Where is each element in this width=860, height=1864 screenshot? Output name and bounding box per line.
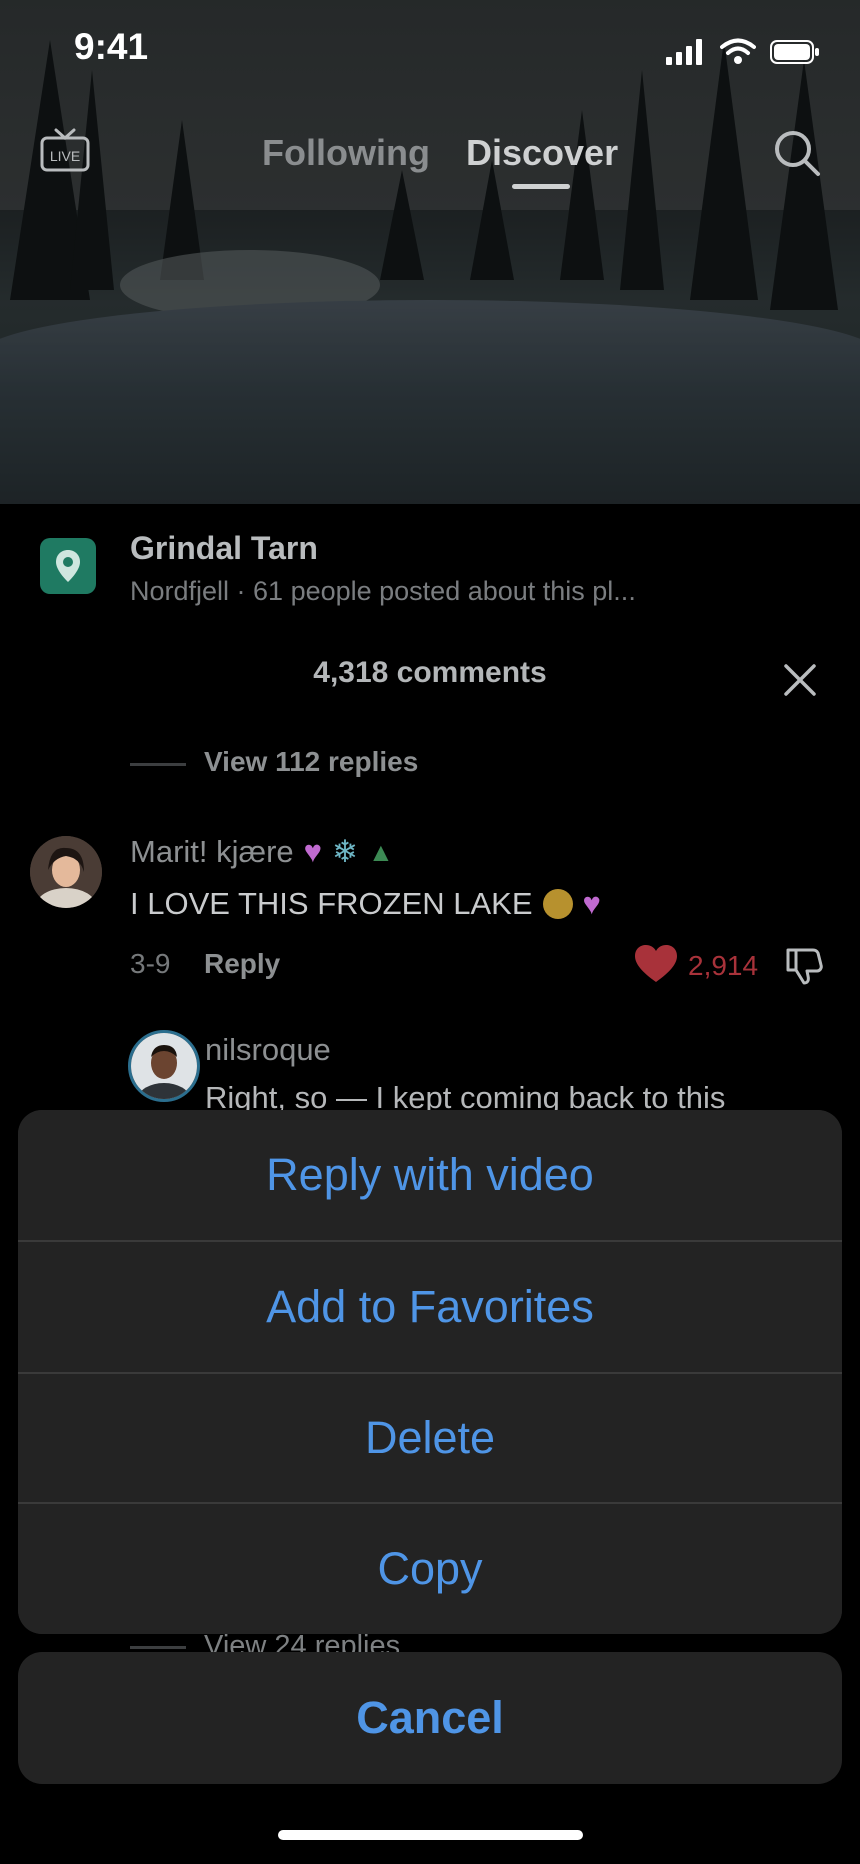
location-pin-icon[interactable] (40, 538, 96, 594)
action-sheet: Reply with video Add to Favorites Delete… (18, 1110, 842, 1634)
tab-discover[interactable]: Discover (466, 132, 618, 174)
close-icon[interactable] (780, 660, 820, 700)
active-tab-indicator (512, 184, 570, 189)
dislike-icon[interactable] (784, 946, 824, 986)
comments-count: 4,318 comments (313, 656, 547, 689)
location-subtitle: Nordfjell · 61 people posted about this … (130, 576, 636, 606)
location-title[interactable]: Grindal Tarn (130, 530, 318, 567)
status-time: 9:41 (74, 26, 149, 67)
tree-emoji-icon: ▲ (368, 836, 394, 867)
comment-text: I LOVE THIS FROZEN LAKE ♥ (130, 886, 601, 922)
comment-date: 3-9 (130, 948, 171, 979)
snowflake-emoji-icon: ❄ (332, 834, 359, 869)
reply-author[interactable]: nilsroque (205, 1032, 331, 1068)
copy-button[interactable]: Copy (18, 1504, 842, 1634)
wifi-icon (720, 38, 756, 64)
avatar[interactable] (30, 836, 102, 908)
delete-button[interactable]: Delete (18, 1374, 842, 1504)
svg-text:LIVE: LIVE (50, 148, 80, 164)
comment-author[interactable]: Marit! kjære ♥ ❄ ▲ (130, 834, 394, 870)
status-icons (666, 38, 820, 66)
divider (130, 1646, 186, 1649)
heart-emoji-icon: ♥ (582, 886, 601, 921)
battery-icon (770, 40, 819, 64)
add-to-favorites-button[interactable]: Add to Favorites (18, 1242, 842, 1374)
search-icon[interactable] (772, 128, 822, 178)
heart-emoji-icon: ♥ (303, 834, 323, 869)
like-count: 2,914 (688, 950, 759, 981)
cancel-button[interactable]: Cancel (18, 1652, 842, 1784)
comment-body: I LOVE THIS FROZEN LAKE (130, 886, 533, 921)
view-replies-link[interactable]: View 112 replies (204, 746, 418, 778)
home-indicator[interactable] (278, 1830, 583, 1840)
tab-following[interactable]: Following (262, 132, 430, 174)
live-tv-icon[interactable]: LIVE (40, 128, 90, 172)
comment-author-name: Marit! kjære (130, 834, 294, 869)
divider (130, 763, 186, 766)
like-heart-icon[interactable] (634, 944, 678, 984)
video-preview (0, 0, 860, 504)
reply-with-video-button[interactable]: Reply with video (18, 1110, 842, 1242)
reply-button[interactable]: Reply (204, 948, 280, 980)
avatar[interactable] (128, 1030, 200, 1102)
cellular-signal-icon (666, 39, 702, 65)
sad-face-emoji-icon (542, 889, 573, 919)
